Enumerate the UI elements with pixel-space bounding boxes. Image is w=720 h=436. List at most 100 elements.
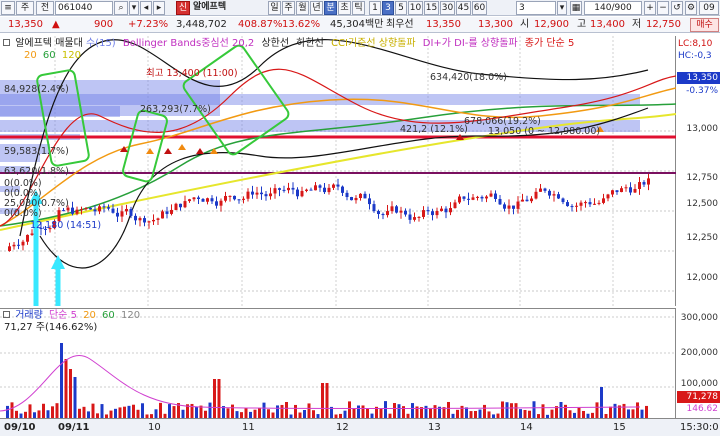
legend-checkbox-icon[interactable] [3,39,10,46]
volume-bar [541,404,545,419]
candle-body [296,189,299,197]
legend-volume-profile: 수(15) [85,38,116,49]
candle-body [345,192,349,198]
prev-stock-icon[interactable]: ◂ [140,1,152,15]
legend-ma20: 20 [24,50,37,61]
candle-body [516,201,520,209]
chart-annotation-label: 84,928(2.4%) [4,84,69,95]
stock-code: 061040 [58,3,93,13]
current-price-tag: 13,350 [677,72,720,84]
volume-bar [73,377,77,419]
legend-stock-name: 알에프텍 [15,38,52,49]
menu-icon[interactable]: ≡ [1,1,15,15]
candle-body [134,215,137,221]
interval-input[interactable]: 3 [516,1,556,15]
search-icon[interactable]: ⌕ [114,1,128,15]
interval-chevron-icon[interactable]: ▾ [557,1,567,15]
candle-body [188,199,191,202]
minute-button[interactable]: 30 [440,1,455,15]
volume-legend-checkbox-icon[interactable] [3,311,10,318]
bar-count-input[interactable]: 140/900 [584,1,642,15]
lc-readout: LC:8,10 [678,39,713,49]
grid-icon[interactable]: ▦ [570,1,582,15]
minute-button[interactable]: 60 [472,1,487,15]
candle-body [327,187,331,193]
candle-body [471,197,475,200]
minute-button[interactable]: 3 [382,1,394,15]
candle-body [197,197,200,200]
buy-button-label: 매수 [696,20,713,30]
up-arrow-icon: ▲ [52,19,60,30]
volume-bar [384,401,387,419]
volume-chart-pane[interactable]: 거래량 단순 5 20 60 120 71,27 주(146.62%) [0,308,676,419]
volume-legend-ma120: 120 [120,310,141,321]
volume-bar [141,403,144,419]
candle-body [17,244,20,246]
period-button[interactable]: 년 [310,1,323,15]
market-select[interactable]: 주 [16,1,34,15]
period-button[interactable]: 틱 [352,1,365,15]
reset-icon[interactable]: ↺ [671,1,683,15]
candle-body [386,211,389,216]
ma-legend: 20 60 120 [24,50,81,62]
x-label-12: 12 [336,422,349,433]
period-button[interactable]: 주 [282,1,295,15]
volume-ratio-tag: 146.62 [686,404,719,414]
zoom-out-icon[interactable]: − [657,1,669,15]
minute-button[interactable]: 45 [456,1,471,15]
candle-body [332,184,335,188]
chart-toolbar: ≡ 주 전 061040 ⌕ ▾ ◂ ▸ 신 알에프텍 일주월년분초틱 1351… [0,0,720,16]
volume-profile-bar [0,94,640,105]
x-label-11: 11 [242,422,255,433]
open-price: 12,900 [534,19,569,30]
period-button[interactable]: 초 [338,1,351,15]
price-change-pct: +7.23% [128,19,169,30]
volume-bar [357,405,360,419]
candle-body [260,192,263,195]
trade-amount: 45,304백만 [330,19,384,30]
volume-bar [28,404,32,419]
candle-body [138,218,142,221]
stock-list-chevron-icon[interactable]: ▾ [129,1,139,15]
candle-body [125,208,128,212]
candle-body [494,193,497,199]
settings-icon[interactable]: ⚙ [685,1,697,15]
candle-body [615,190,619,193]
candle-body [174,203,178,210]
minute-button[interactable]: 10 [408,1,423,15]
candle-body [467,198,470,200]
best-bid: 13,300 [478,19,513,30]
next-stock-icon[interactable]: ▸ [153,1,165,15]
candle-body [98,206,101,212]
minute-button[interactable]: 1 [369,1,381,15]
period-button[interactable]: 월 [296,1,309,15]
minute-button[interactable]: 5 [395,1,407,15]
candle-body [597,202,601,204]
volume-chart-canvas[interactable] [0,309,676,419]
minute-button[interactable]: 15 [424,1,439,15]
chart-annotation-label: 59,583(1.7%) [4,146,69,157]
stock-code-input[interactable]: 061040 [55,1,113,15]
volume-bar [348,401,351,419]
candle-body [129,208,133,216]
view-select[interactable]: 전 [36,1,54,15]
buy-button[interactable]: 매수 [690,18,719,32]
candle-body [444,208,448,213]
period-button[interactable]: 일 [268,1,281,15]
volume-bar [397,404,401,419]
candle-body [539,188,542,192]
candle-body [399,210,403,213]
quote-bar: 13,350 ▲ 900 +7.23% 3,448,702 408.87% 13… [0,17,720,33]
candle-body [489,193,493,197]
zoom-in-icon[interactable]: + [644,1,656,15]
price-chart-pane[interactable]: 최고 13,400 (11:00) 634,420(18.0%) 84,928(2.… [0,36,677,400]
period-button[interactable]: 분 [324,1,337,15]
candle-body [417,216,421,218]
volume-bar [532,401,536,419]
candle-body [633,188,637,193]
timestamp-field: 09 [699,1,719,15]
price-chart-canvas[interactable]: 최고 13,400 (11:00) 634,420(18.0%) 84,928(2.… [0,36,677,400]
volume-bar [69,369,72,419]
candle-body [642,182,646,185]
volume-ma5-line [0,355,641,412]
